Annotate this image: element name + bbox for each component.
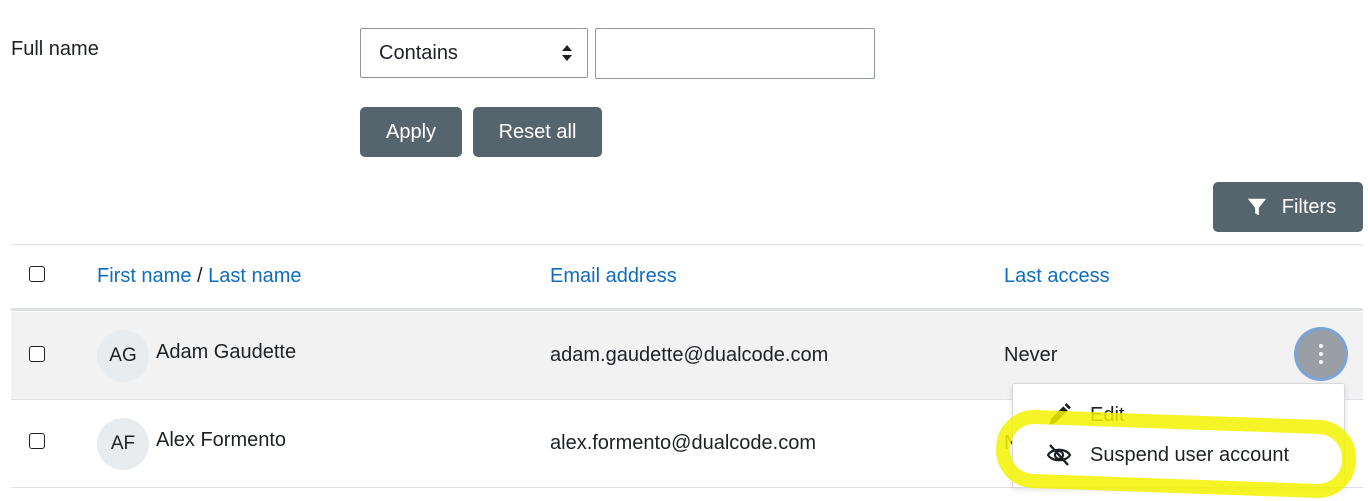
funnel-icon: [1247, 198, 1266, 216]
highlight-annotation: [994, 408, 1358, 500]
kebab-dot: [1319, 360, 1323, 364]
user-last-access: Never: [1004, 344, 1058, 366]
table-top-border: [11, 244, 1363, 245]
header-separator: /: [197, 265, 203, 287]
sort-caret-icon: [562, 45, 572, 61]
filters-button[interactable]: Filters: [1213, 182, 1363, 232]
kebab-dot: [1319, 352, 1323, 356]
name-column-header: First name / Last name: [97, 265, 302, 288]
row-actions-button[interactable]: [1297, 330, 1345, 378]
row-checkbox[interactable]: [29, 433, 45, 449]
operator-select-value: Contains: [379, 41, 458, 64]
sort-first-name-link[interactable]: First name: [97, 265, 191, 287]
sort-last-access-link[interactable]: Last access: [1004, 265, 1110, 288]
sort-last-name-link[interactable]: Last name: [208, 265, 301, 287]
user-email: adam.gaudette@dualcode.com: [550, 344, 829, 366]
row-checkbox[interactable]: [29, 346, 45, 362]
user-name-link[interactable]: Adam Gaudette: [156, 341, 296, 364]
table-header-border: [11, 308, 1363, 311]
full-name-label: Full name: [11, 38, 99, 60]
filters-button-label: Filters: [1281, 195, 1337, 218]
kebab-dot: [1319, 344, 1323, 348]
reset-all-button[interactable]: Reset all: [473, 107, 602, 157]
sort-email-link[interactable]: Email address: [550, 265, 677, 288]
operator-select[interactable]: Contains: [360, 28, 588, 78]
select-all-checkbox[interactable]: [29, 266, 45, 282]
avatar: AG: [97, 330, 149, 382]
avatar: AF: [97, 418, 149, 470]
user-name-link[interactable]: Alex Formento: [156, 429, 286, 452]
full-name-value-input[interactable]: [595, 28, 875, 79]
apply-button[interactable]: Apply: [360, 107, 462, 157]
user-email: alex.formento@dualcode.com: [550, 432, 816, 454]
